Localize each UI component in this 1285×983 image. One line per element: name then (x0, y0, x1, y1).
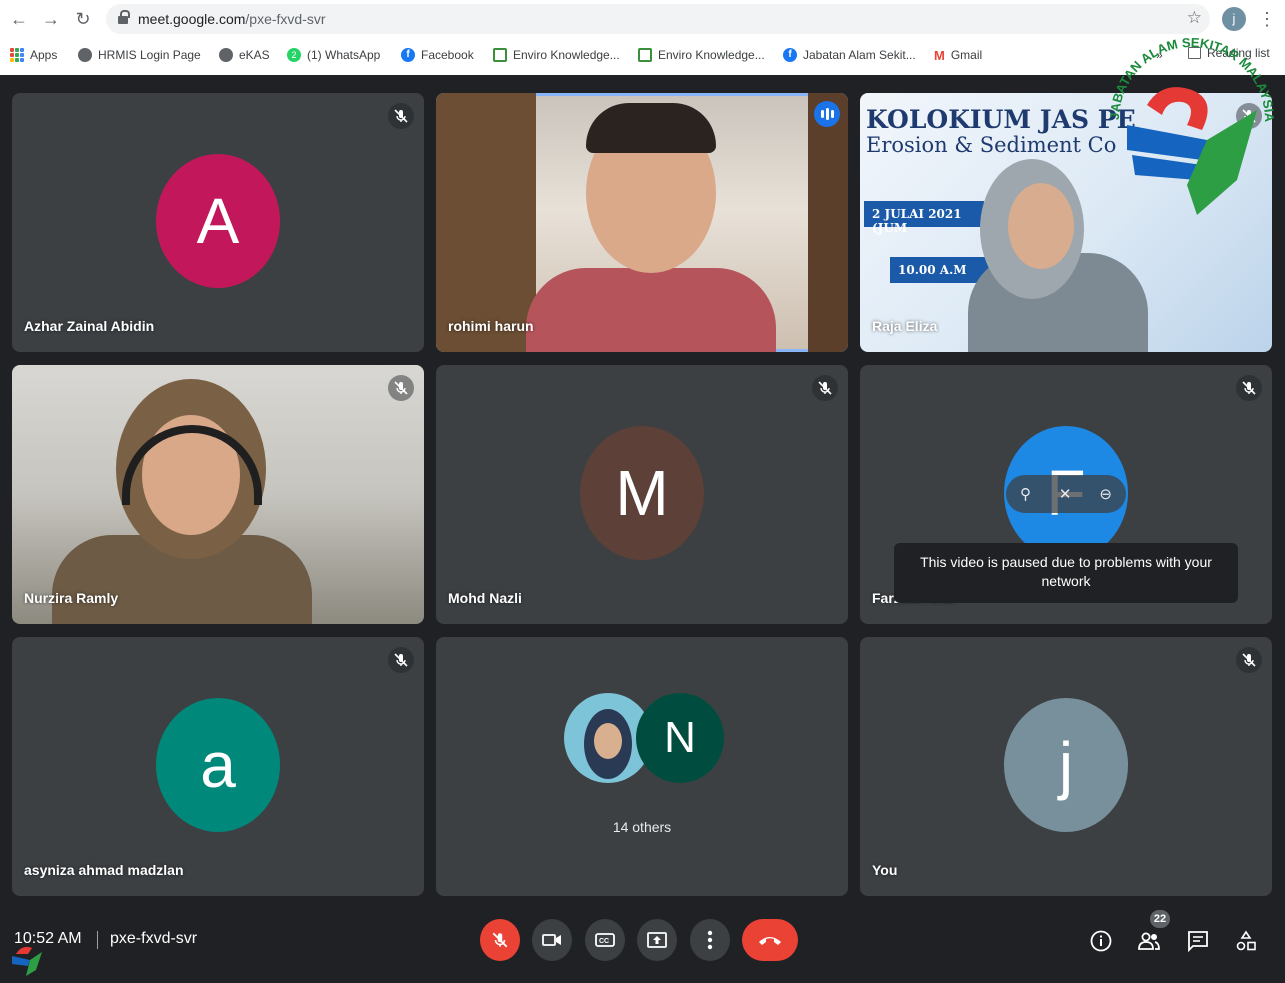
gmail-icon: M (934, 47, 945, 63)
mic-off-icon (492, 932, 508, 948)
enviro-icon (638, 48, 652, 62)
jas-logo: JABATAN ALAM SEKITAR MALAYSIA (1107, 35, 1277, 215)
activities-button[interactable] (1233, 928, 1259, 954)
apps-grid-icon (10, 48, 24, 62)
facebook-icon: f (783, 48, 797, 62)
bookmark-hrmis[interactable]: HRMIS Login Page (78, 46, 201, 64)
person-body (526, 268, 776, 352)
hair (586, 103, 716, 153)
whatsapp-icon: 2 (287, 48, 301, 62)
bookmark-star-icon[interactable]: ☆ (1187, 8, 1202, 28)
slide-time: 10.00 A.M (890, 257, 990, 283)
chat-icon (1188, 931, 1208, 952)
others-tile[interactable]: N 14 others (436, 637, 848, 896)
mic-off-icon (1236, 375, 1262, 401)
participant-name: Azhar Zainal Abidin (24, 318, 155, 334)
more-vert-icon (707, 930, 713, 950)
jas-logo-small (12, 946, 42, 976)
more-options-button[interactable] (690, 919, 730, 961)
bookshelf (436, 93, 536, 352)
mic-off-icon (388, 375, 414, 401)
globe-icon (78, 48, 92, 62)
bookmark-facebook[interactable]: f Facebook (401, 46, 474, 64)
people-button[interactable] (1136, 928, 1162, 954)
divider (97, 931, 98, 949)
participant-name: asyniza ahmad madzlan (24, 862, 184, 878)
participant-tile[interactable]: F ⚲ ✕ ⊖ Farzilla AMZ This video is pause… (860, 365, 1272, 624)
self-tile[interactable]: j You (860, 637, 1272, 896)
slide-date: 2 JULAI 2021 (JUM (864, 201, 984, 235)
participant-tile-video[interactable]: Nurzira Ramly (12, 365, 424, 624)
bookmark-apps[interactable]: Apps (10, 46, 57, 64)
participant-tile[interactable]: M Mohd Nazli (436, 365, 848, 624)
speaking-indicator-icon (814, 101, 840, 127)
meeting-details-button[interactable] (1088, 928, 1114, 954)
browser-chrome: ← → ↻ meet.google.com/pxe-fxvd-svr ☆ j ⋮… (0, 0, 1285, 75)
chat-button[interactable] (1185, 928, 1211, 954)
bookmark-ekas[interactable]: eKAS (219, 46, 270, 64)
avatar: j (1004, 698, 1128, 832)
microphone-toggle-button[interactable] (480, 919, 520, 961)
slide-subtitle: Erosion & Sediment Co (866, 133, 1117, 157)
activities-icon (1236, 930, 1256, 951)
enviro-icon (493, 48, 507, 62)
url-text: meet.google.com/pxe-fxvd-svr (138, 11, 326, 27)
participant-name: Nurzira Ramly (24, 590, 119, 606)
mic-off-icon (1236, 647, 1262, 673)
paused-video-toast: This video is paused due to problems wit… (894, 543, 1238, 603)
avatar: N (636, 693, 724, 783)
participant-name: Mohd Nazli (448, 590, 522, 606)
toolbar: ← → ↻ meet.google.com/pxe-fxvd-svr ☆ j ⋮ (0, 0, 1285, 38)
profile-avatar[interactable]: j (1222, 7, 1246, 31)
mic-off-icon (812, 375, 838, 401)
pin-icon[interactable]: ⚲ (1020, 485, 1031, 503)
captions-icon: CC (595, 933, 615, 947)
participant-count-badge: 22 (1150, 910, 1170, 928)
back-icon[interactable]: ← (8, 8, 30, 30)
address-bar[interactable]: meet.google.com/pxe-fxvd-svr ☆ (106, 4, 1210, 34)
people-icon (1138, 932, 1160, 950)
reload-icon[interactable]: ↻ (72, 8, 94, 30)
facebook-icon: f (401, 48, 415, 62)
browser-menu-icon[interactable]: ⋮ (1258, 7, 1276, 31)
lock-icon (118, 10, 130, 24)
svg-text:CC: CC (599, 938, 609, 945)
person-face (1008, 183, 1074, 269)
forward-icon[interactable]: → (40, 8, 62, 30)
camera-icon (542, 934, 561, 946)
participant-tile[interactable]: a asyniza ahmad madzlan (12, 637, 424, 896)
bookmark-jabatan[interactable]: f Jabatan Alam Sekit... (783, 46, 916, 64)
bookmark-gmail[interactable]: M Gmail (934, 46, 982, 64)
bookmark-whatsapp[interactable]: 2 (1) WhatsApp (287, 46, 380, 64)
hang-up-icon (759, 937, 781, 945)
participant-name: Raja Eliza (872, 318, 938, 334)
bookmark-enviro-2[interactable]: Enviro Knowledge... (638, 46, 765, 64)
mic-off-icon (388, 647, 414, 673)
tile-hover-controls: ⚲ ✕ ⊖ (1006, 475, 1126, 513)
captions-button[interactable]: CC (585, 919, 625, 961)
avatar: M (580, 426, 704, 560)
others-count: 14 others (612, 819, 672, 835)
participant-name: rohimi harun (448, 318, 534, 334)
slide-title: KOLOKIUM JAS PE (866, 105, 1136, 134)
others-avatars: N (564, 693, 724, 785)
present-screen-button[interactable] (637, 919, 677, 961)
avatar: a (156, 698, 280, 832)
leave-call-button[interactable] (742, 919, 798, 961)
bookmarks-bar: Apps HRMIS Login Page eKAS 2 (1) WhatsAp… (0, 42, 1285, 68)
remove-icon[interactable]: ⊖ (1099, 485, 1112, 503)
participant-tile[interactable]: A Azhar Zainal Abidin (12, 93, 424, 352)
present-icon (647, 932, 667, 948)
bookmark-enviro-1[interactable]: Enviro Knowledge... (493, 46, 620, 64)
camera-toggle-button[interactable] (532, 919, 572, 961)
mute-participant-icon[interactable]: ✕ (1059, 485, 1072, 503)
participant-tile-video[interactable]: rohimi harun (436, 93, 848, 352)
bookshelf (808, 93, 848, 352)
globe-icon (219, 48, 233, 62)
info-icon (1090, 930, 1112, 952)
mic-off-icon (388, 103, 414, 129)
avatar: A (156, 154, 280, 288)
participant-name: You (872, 862, 898, 878)
meeting-code: pxe-fxvd-svr (110, 930, 198, 947)
